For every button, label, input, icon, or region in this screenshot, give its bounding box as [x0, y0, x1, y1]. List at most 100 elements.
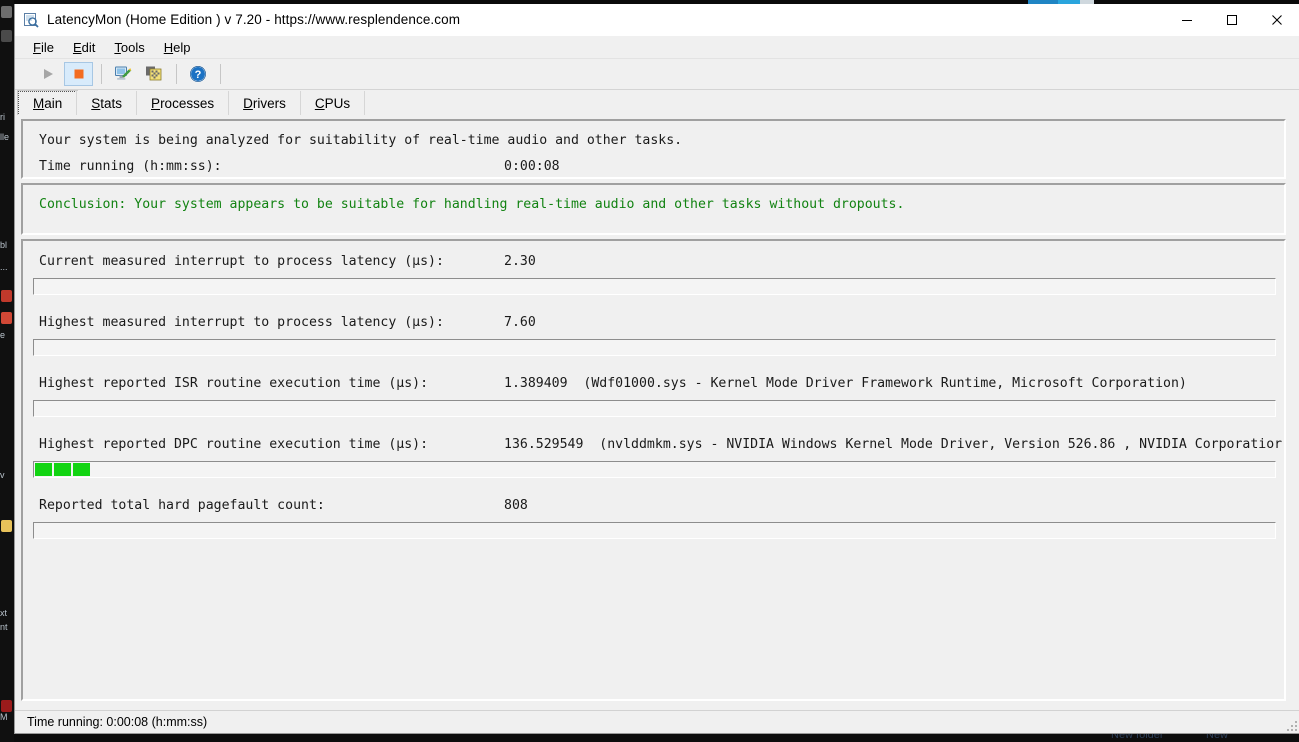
analysis-row: Your system is being analyzed for suitab…: [23, 129, 1284, 155]
monitor-wand-icon: [114, 65, 132, 83]
stop-monitoring-button[interactable]: [64, 62, 93, 86]
metric-detail: (nvlddmkm.sys - NVIDIA Windows Kernel Mo…: [599, 437, 1282, 452]
menu-file-accel: F: [33, 40, 41, 55]
menu-file[interactable]: File: [31, 39, 56, 56]
window-title: LatencyMon (Home Edition ) v 7.20 - http…: [47, 12, 460, 27]
tab-main-label: ain: [44, 96, 62, 111]
menu-help[interactable]: Help: [162, 39, 193, 56]
desktop-icon-chrome-2: [1, 312, 12, 324]
tab-cpus[interactable]: CPUs: [300, 91, 365, 116]
play-triangle-icon: [40, 66, 56, 82]
status-text: Time running: 0:00:08 (h:mm:ss): [27, 715, 207, 729]
progress-segment: [73, 463, 90, 476]
metric-progress-bar: [33, 400, 1276, 417]
minimize-button[interactable]: [1164, 4, 1209, 35]
metric-number: 136.529549: [504, 437, 583, 452]
main-panel: Your system is being analyzed for suitab…: [15, 115, 1299, 718]
tab-main[interactable]: Main: [18, 91, 77, 116]
title-bar[interactable]: LatencyMon (Home Edition ) v 7.20 - http…: [15, 4, 1299, 36]
menu-tools-label: ools: [121, 40, 145, 55]
toolbar-separator-3: [220, 64, 221, 84]
status-bar: Time running: 0:00:08 (h:mm:ss): [15, 710, 1299, 733]
minimize-icon: [1181, 14, 1193, 26]
toolbar-separator-1: [101, 64, 102, 84]
menu-tools[interactable]: Tools: [112, 39, 146, 56]
menu-edit-label: dit: [82, 40, 96, 55]
conclusion-row: Conclusion: Your system appears to be su…: [23, 193, 1284, 219]
metric-progress-bar: [33, 278, 1276, 295]
help-button[interactable]: ?: [183, 62, 212, 86]
desktop-icon-chrome: [1, 290, 12, 302]
metric-value: 1.389409 (Wdf01000.sys - Kernel Mode Dri…: [504, 376, 1187, 391]
metric-label: Highest reported DPC routine execution t…: [39, 437, 428, 452]
desktop-left-strip: ri lle bl... e v xt nt M: [0, 0, 14, 742]
metric-label: Highest reported ISR routine execution t…: [39, 376, 428, 391]
menu-bar: File Edit Tools Help: [15, 36, 1299, 59]
desktop-text-fragment: ...: [0, 262, 14, 272]
desktop-text-fragment: e: [0, 330, 14, 340]
start-monitoring-button[interactable]: [33, 62, 62, 86]
time-running-label: Time running (h:mm:ss):: [39, 159, 222, 174]
metric-row: Highest measured interrupt to process la…: [23, 311, 1284, 337]
progress-segment: [54, 463, 71, 476]
copy-report-button[interactable]: [139, 62, 168, 86]
resize-grip[interactable]: [1285, 719, 1297, 731]
time-running-row: Time running (h:mm:ss): 0:00:08: [23, 155, 1284, 181]
metric-row: Reported total hard pagefault count: 808: [23, 494, 1284, 520]
metric-row: Highest reported ISR routine execution t…: [23, 372, 1284, 398]
tab-processes-accel: P: [151, 96, 160, 111]
desktop-text-fragment: bl: [0, 240, 14, 250]
latencymon-app-icon: [23, 12, 39, 28]
stop-square-icon: [71, 66, 87, 82]
tab-drivers[interactable]: Drivers: [228, 91, 301, 116]
conclusion-panel: Conclusion: Your system appears to be su…: [21, 183, 1286, 235]
desktop-icon-taskbar-tile-2: [1, 30, 12, 42]
metric-number: 1.389409: [504, 376, 568, 391]
question-circle-icon: ?: [189, 65, 207, 83]
tab-drivers-label: rivers: [253, 96, 286, 111]
metric-value: 2.30: [504, 254, 536, 269]
toolbar: ?: [15, 59, 1299, 90]
analysis-panel: Your system is being analyzed for suitab…: [21, 119, 1286, 179]
metric-label: Current measured interrupt to process la…: [39, 254, 444, 269]
menu-help-accel: H: [164, 40, 173, 55]
metric-progress-bar-dpc: [33, 461, 1276, 478]
latencymon-window: LatencyMon (Home Edition ) v 7.20 - http…: [14, 4, 1299, 734]
metric-detail: (Wdf01000.sys - Kernel Mode Driver Frame…: [583, 376, 1186, 391]
desktop-text-fragment: v: [0, 470, 14, 480]
menu-edit[interactable]: Edit: [71, 39, 97, 56]
metric-value: 7.60: [504, 315, 536, 330]
menu-edit-accel: E: [73, 40, 82, 55]
maximize-button[interactable]: [1209, 4, 1254, 35]
desktop-icon-folder: [1, 520, 12, 532]
menu-help-label: elp: [173, 40, 190, 55]
tab-stats-label: tats: [100, 96, 122, 111]
desktop-text-fragment: ri: [0, 112, 14, 122]
desktop-icon-app: [1, 700, 12, 712]
tab-drivers-accel: D: [243, 96, 253, 111]
desktop-text-fragment: nt: [0, 622, 14, 632]
metric-progress-bar: [33, 339, 1276, 356]
time-running-value: 0:00:08: [504, 159, 560, 174]
close-icon: [1271, 14, 1283, 26]
desktop-text-fragment: M: [0, 712, 14, 722]
desktop-icon-taskbar-tile: [1, 6, 12, 18]
metric-value: 136.529549 (nvlddmkm.sys - NVIDIA Window…: [504, 437, 1282, 452]
tab-bar: Main Stats Processes Drivers CPUs: [15, 90, 1299, 117]
metric-row: Highest reported DPC routine execution t…: [23, 433, 1284, 459]
tab-stats-accel: S: [91, 96, 100, 111]
desktop-text-fragment: lle: [0, 132, 14, 142]
desktop-text-fragment: xt: [0, 608, 14, 618]
conclusion-text: Conclusion: Your system appears to be su…: [39, 197, 904, 212]
svg-text:?: ?: [194, 69, 201, 81]
tab-cpus-label: PUs: [325, 96, 351, 111]
menu-file-label: ile: [41, 40, 54, 55]
tab-processes[interactable]: Processes: [136, 91, 229, 116]
system-info-button[interactable]: [108, 62, 137, 86]
copy-windows-icon: [145, 65, 163, 83]
tab-processes-label: rocesses: [160, 96, 214, 111]
tab-main-accel: M: [33, 96, 44, 111]
close-button[interactable]: [1254, 4, 1299, 35]
metric-row: Current measured interrupt to process la…: [23, 250, 1284, 276]
tab-stats[interactable]: Stats: [76, 91, 137, 116]
